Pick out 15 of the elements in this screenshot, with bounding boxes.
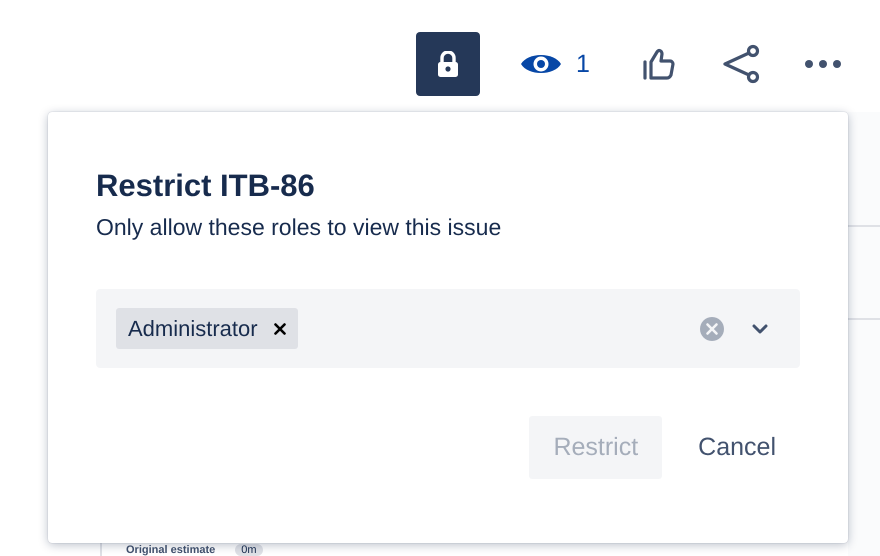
roles-select-field[interactable]: Administrator: [96, 289, 800, 368]
watch-button[interactable]: 1: [520, 50, 590, 78]
more-icon[interactable]: [804, 59, 842, 69]
cancel-button[interactable]: Cancel: [674, 416, 800, 479]
tag-label: Administrator: [128, 316, 258, 342]
chevron-down-icon[interactable]: [752, 324, 768, 334]
lock-icon: [437, 51, 459, 77]
thumbs-up-icon[interactable]: [642, 48, 676, 80]
field-label: Original estimate: [126, 544, 216, 556]
dialog-title: Restrict ITB-86: [96, 168, 316, 204]
share-icon[interactable]: [722, 44, 762, 84]
dialog-subtitle: Only allow these roles to view this issue: [96, 214, 502, 241]
remove-icon[interactable]: [274, 322, 286, 334]
estimate-badge: 0m: [235, 544, 263, 556]
restrict-button[interactable]: [416, 32, 480, 96]
